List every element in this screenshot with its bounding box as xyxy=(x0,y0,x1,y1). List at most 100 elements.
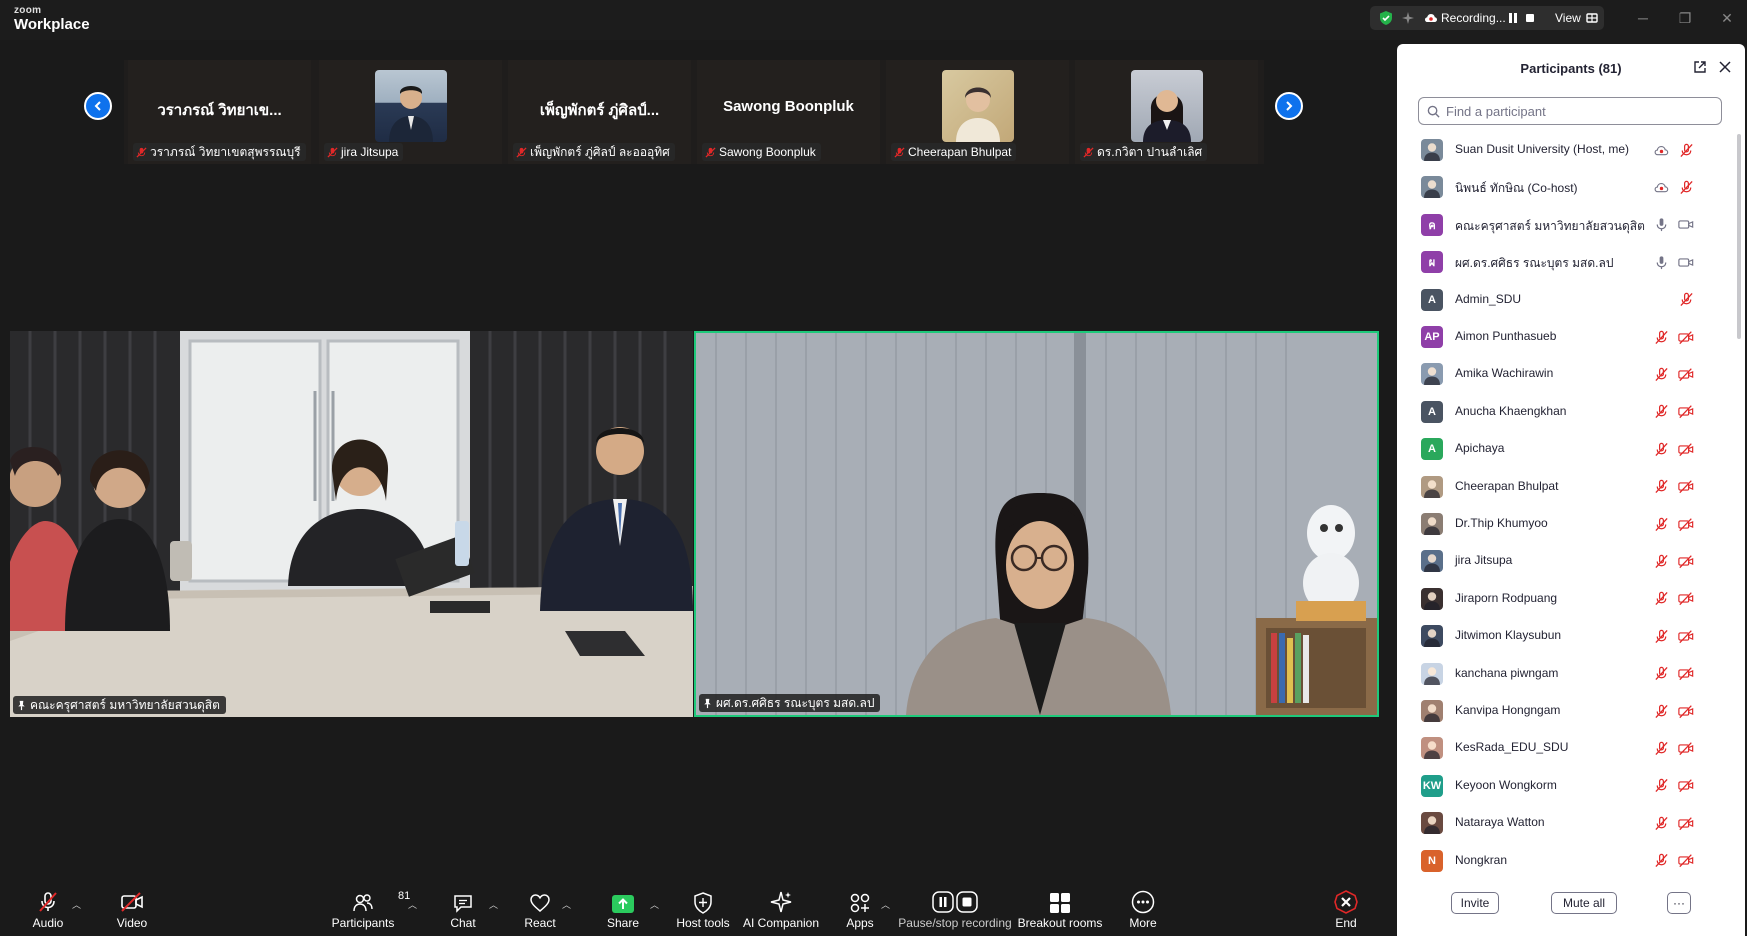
cloud-recording-icon[interactable] xyxy=(1652,178,1670,196)
participant-search[interactable] xyxy=(1418,97,1722,125)
video-off-icon[interactable] xyxy=(1677,515,1695,533)
participant-row[interactable]: A Anucha Khaengkhan xyxy=(1397,393,1737,430)
participant-row[interactable]: Jiraporn Rodpuang xyxy=(1397,580,1737,617)
share-button[interactable]: Share xyxy=(604,886,642,936)
participant-row[interactable]: jira Jitsupa xyxy=(1397,542,1737,579)
participants-options-caret[interactable]: ︿ xyxy=(408,898,417,911)
mic-muted-icon[interactable] xyxy=(1652,852,1670,870)
chat-button[interactable]: Chat xyxy=(448,886,478,936)
shield-check-icon[interactable] xyxy=(1378,6,1394,30)
video-off-icon[interactable] xyxy=(1677,328,1695,346)
pause-recording-icon[interactable] xyxy=(1507,6,1519,30)
close-panel-icon[interactable] xyxy=(1718,60,1732,79)
video-off-icon[interactable] xyxy=(1677,365,1695,383)
participant-row[interactable]: KW Keyoon Wongkorm xyxy=(1397,767,1737,804)
video-tile-active-speaker[interactable]: ผศ.ดร.ศศิธร รณะบุตร มสด.ลป xyxy=(694,331,1379,717)
audio-options-caret[interactable]: ︿ xyxy=(72,898,81,911)
participant-row[interactable]: KesRada_EDU_SDU xyxy=(1397,729,1737,766)
participant-row[interactable]: kanchana piwngam xyxy=(1397,655,1737,692)
video-off-icon[interactable] xyxy=(1677,777,1695,795)
participant-row[interactable]: Suan Dusit University (Host, me) xyxy=(1397,131,1737,168)
mic-on-icon[interactable] xyxy=(1652,253,1670,271)
video-off-icon[interactable] xyxy=(1677,739,1695,757)
participant-row[interactable]: A Apichaya xyxy=(1397,430,1737,467)
mute-all-button[interactable]: Mute all xyxy=(1551,892,1617,914)
video-off-icon[interactable] xyxy=(1677,440,1695,458)
gallery-tile[interactable]: วราภรณ์ วิทยาเข... วราภรณ์ วิทยาเขตสุพรร… xyxy=(128,60,311,164)
mic-on-icon[interactable] xyxy=(1652,216,1670,234)
participant-row[interactable]: Amika Wachirawin xyxy=(1397,355,1737,392)
video-off-icon[interactable] xyxy=(1677,852,1695,870)
participant-row[interactable]: Dr.Thip Khumyoo xyxy=(1397,505,1737,542)
participants-button[interactable]: 81 Participants xyxy=(330,886,411,936)
close-window-icon[interactable]: ✕ xyxy=(1717,8,1737,28)
mic-muted-icon[interactable] xyxy=(1677,178,1695,196)
react-button[interactable]: React xyxy=(522,886,558,936)
mic-muted-icon[interactable] xyxy=(1652,627,1670,645)
ai-companion-button[interactable]: AI Companion xyxy=(743,886,819,936)
breakout-rooms-button[interactable]: Breakout rooms xyxy=(1018,886,1102,936)
mic-muted-icon[interactable] xyxy=(1652,365,1670,383)
participant-row[interactable]: Cheerapan Bhulpat xyxy=(1397,468,1737,505)
participant-list-scrollbar[interactable] xyxy=(1737,134,1741,339)
restore-icon[interactable]: ❐ xyxy=(1675,8,1695,28)
mic-muted-icon[interactable] xyxy=(1652,702,1670,720)
panel-more-button[interactable]: ··· xyxy=(1667,892,1691,914)
gallery-tile[interactable]: Sawong Boonpluk Sawong Boonpluk xyxy=(697,60,880,164)
audio-button[interactable]: Audio xyxy=(26,886,70,936)
search-input[interactable] xyxy=(1446,103,1706,119)
mic-muted-icon[interactable] xyxy=(1652,440,1670,458)
participant-row[interactable]: AP Aimon Punthasueb xyxy=(1397,318,1737,355)
participant-row[interactable]: N Nongkran xyxy=(1397,842,1737,879)
participant-row[interactable]: Nataraya Watton xyxy=(1397,804,1737,841)
mic-muted-icon[interactable] xyxy=(1652,328,1670,346)
ai-sparkle-icon[interactable] xyxy=(1401,6,1415,30)
video-off-icon[interactable] xyxy=(1677,702,1695,720)
participant-row[interactable]: A Admin_SDU xyxy=(1397,281,1737,318)
video-off-icon[interactable] xyxy=(1677,403,1695,421)
participant-row[interactable]: ผ ผศ.ดร.ศศิธร รณะบุตร มสด.ลป xyxy=(1397,243,1737,280)
gallery-prev-button[interactable] xyxy=(84,92,112,120)
mic-muted-icon[interactable] xyxy=(1652,665,1670,683)
pop-out-icon[interactable] xyxy=(1693,60,1707,79)
mic-muted-icon[interactable] xyxy=(1652,590,1670,608)
video-off-icon[interactable] xyxy=(1677,478,1695,496)
mic-muted-icon[interactable] xyxy=(1677,291,1695,309)
mic-muted-icon[interactable] xyxy=(1652,814,1670,832)
video-off-icon[interactable] xyxy=(1677,665,1695,683)
mic-muted-icon[interactable] xyxy=(1677,141,1695,159)
view-menu-button[interactable]: View xyxy=(1555,6,1581,30)
gallery-next-button[interactable] xyxy=(1275,92,1303,120)
mic-muted-icon[interactable] xyxy=(1652,478,1670,496)
gallery-tile[interactable]: ดร.กวิตา ปานลำเลิศ xyxy=(1075,60,1258,164)
end-meeting-button[interactable]: End xyxy=(1334,886,1358,936)
mic-muted-icon[interactable] xyxy=(1652,552,1670,570)
apps-options-caret[interactable]: ︿ xyxy=(881,898,890,911)
more-button[interactable]: More xyxy=(1128,886,1158,936)
gallery-tile[interactable]: Cheerapan Bhulpat xyxy=(886,60,1069,164)
video-tile-room[interactable]: คณะครุศาสตร์ มหาวิทยาลัยสวนดุสิต xyxy=(10,331,693,717)
grid-view-icon[interactable] xyxy=(1586,6,1598,30)
video-off-icon[interactable] xyxy=(1677,590,1695,608)
video-off-icon[interactable] xyxy=(1677,552,1695,570)
video-off-icon[interactable] xyxy=(1677,814,1695,832)
minimize-icon[interactable]: ─ xyxy=(1633,8,1653,28)
mic-muted-icon[interactable] xyxy=(1652,739,1670,757)
video-on-icon[interactable] xyxy=(1677,253,1695,271)
gallery-tile[interactable]: เพ็ญพักตร์ ภู่ศิลป์... เพ็ญพักตร์ ภู่ศิล… xyxy=(508,60,691,164)
apps-button[interactable]: Apps xyxy=(846,886,874,936)
host-tools-button[interactable]: Host tools xyxy=(676,886,730,936)
cloud-recording-icon[interactable] xyxy=(1652,141,1670,159)
mic-muted-icon[interactable] xyxy=(1652,777,1670,795)
participant-row[interactable]: Kanvipa Hongngam xyxy=(1397,692,1737,729)
participant-row[interactable]: Jitwimon Klaysubun xyxy=(1397,617,1737,654)
share-options-caret[interactable]: ︿ xyxy=(650,898,659,911)
gallery-tile[interactable]: jira Jitsupa xyxy=(319,60,502,164)
video-button[interactable]: Video xyxy=(110,886,154,936)
invite-button[interactable]: Invite xyxy=(1451,892,1499,914)
stop-recording-icon[interactable] xyxy=(1524,6,1536,30)
participant-row[interactable]: นิพนธ์ ทักษิณ (Co-host) xyxy=(1397,168,1737,205)
mic-muted-icon[interactable] xyxy=(1652,515,1670,533)
pause-stop-recording-button[interactable]: Pause/stop recording xyxy=(898,886,1012,936)
video-off-icon[interactable] xyxy=(1677,627,1695,645)
